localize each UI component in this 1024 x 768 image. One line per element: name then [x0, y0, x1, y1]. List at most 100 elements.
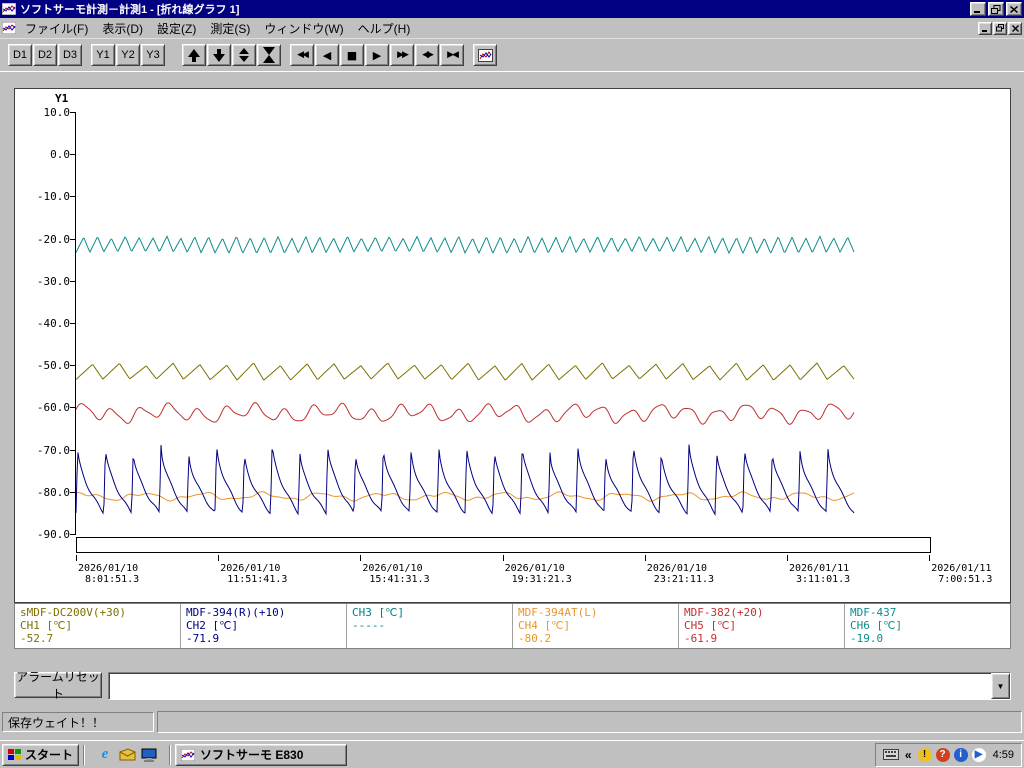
hourglass-icon	[263, 47, 275, 63]
alarm-reset-button[interactable]: アラームリセット	[14, 670, 102, 701]
play-icon[interactable]: ▶	[971, 747, 986, 762]
alarm-combobox[interactable]: ▼	[108, 672, 1011, 700]
menu-settings[interactable]: 設定(Z)	[150, 18, 203, 39]
status-text: 保存ウェイト！！	[8, 715, 105, 730]
taskbar: スタート e ソフトサーモ E830 « ! ? i ▶ 4:59	[0, 740, 1024, 768]
stop-button[interactable]: ■	[340, 44, 364, 66]
expand-span-button[interactable]: ◀▶	[415, 44, 439, 66]
alarm-combobox-value[interactable]	[109, 673, 991, 699]
legend-ch1: sMDF-DC200V(+30) CH1 [℃] -52.7	[15, 604, 181, 648]
legend-ch2-value: -71.9	[186, 632, 220, 645]
legend-ch3: CH3 [℃] -----	[347, 604, 513, 648]
x-tick-label: 2026/01/10 15:41:31.3	[362, 563, 430, 585]
shrink-span-icon: ▶◀	[447, 50, 459, 60]
up-arrow-icon	[188, 48, 200, 62]
menu-help[interactable]: ヘルプ(H)	[351, 18, 418, 39]
legend-ch3-value: -----	[352, 619, 386, 632]
task-button-label: ソフトサーモ E830	[200, 748, 304, 762]
menu-window[interactable]: ウィンドウ(W)	[257, 18, 350, 39]
restore-button[interactable]	[988, 2, 1004, 16]
up-down-arrow-icon	[239, 48, 249, 62]
toolbar-d1-button[interactable]: D1	[8, 44, 32, 66]
start-button[interactable]: スタート	[2, 743, 80, 766]
mdi-restore-button[interactable]	[993, 21, 1007, 35]
taskbar-divider	[169, 744, 172, 765]
status-empty-panel	[157, 711, 1022, 733]
chevron-down-icon: ▼	[996, 681, 1005, 691]
app-icon	[2, 3, 16, 15]
mail-icon[interactable]	[118, 746, 136, 764]
legend-ch4-channel: CH4 [℃]	[518, 619, 571, 632]
window-title: ソフトサーモ計測－計測1 - [折れ線グラフ 1]	[20, 4, 240, 16]
toolbar-d3-button[interactable]: D3	[58, 44, 82, 66]
ie-icon[interactable]: e	[96, 746, 114, 764]
tray-collapse-chevron[interactable]: «	[903, 748, 914, 762]
step-back-button[interactable]: ◀	[315, 44, 339, 66]
wait-button[interactable]	[257, 44, 281, 66]
combobox-dropdown-button[interactable]: ▼	[991, 673, 1010, 699]
menu-file[interactable]: ファイル(F)	[18, 18, 95, 39]
toolbar-d2-button[interactable]: D2	[33, 44, 57, 66]
legend-ch6-name: MDF-437	[850, 606, 897, 619]
x-tick-label: 2026/01/10 11:51:41.3	[220, 563, 288, 585]
shrink-span-button[interactable]: ▶◀	[440, 44, 464, 66]
task-button-softthermo[interactable]: ソフトサーモ E830	[175, 743, 348, 766]
toolbar-y2-button[interactable]: Y2	[116, 44, 140, 66]
title-bar: ソフトサーモ計測－計測1 - [折れ線グラフ 1]	[0, 0, 1024, 18]
legend-ch2-channel: CH2 [℃]	[186, 619, 239, 632]
start-button-label: スタート	[25, 748, 74, 762]
help-icon[interactable]: ?	[935, 747, 950, 762]
mdi-child-icon[interactable]	[2, 22, 16, 34]
legend-ch2: MDF-394(R)(+10) CH2 [℃] -71.9	[181, 604, 347, 648]
menu-view[interactable]: 表示(D)	[95, 18, 150, 39]
taskbar-clock: 4:59	[992, 748, 1014, 761]
scroll-down-button[interactable]	[207, 44, 231, 66]
info-icon[interactable]: i	[953, 747, 968, 762]
y-tick-label: -20.0	[36, 232, 70, 246]
menu-bar: ファイル(F) 表示(D) 設定(Z) 測定(S) ウィンドウ(W) ヘルプ(H…	[0, 18, 1024, 38]
legend-ch6-value: -19.0	[850, 632, 884, 645]
legend-ch5-name: MDF-382(+20)	[684, 606, 764, 619]
legend-ch1-channel: CH1 [℃]	[20, 619, 73, 632]
legend-ch5-value: -61.9	[684, 632, 718, 645]
task-icon	[181, 748, 196, 761]
taskbar-divider	[83, 744, 86, 765]
desktop-icon[interactable]	[140, 746, 158, 764]
toolbar-y3-button[interactable]: Y3	[141, 44, 165, 66]
x-tick-label: 2026/01/10 23:21:11.3	[646, 563, 715, 585]
graph-view-button[interactable]	[473, 44, 497, 66]
down-arrow-icon	[213, 48, 225, 62]
y-tick-label: -50.0	[36, 359, 70, 373]
time-range-box[interactable]	[76, 537, 931, 553]
legend-ch1-value: -52.7	[20, 632, 54, 645]
step-forward-button[interactable]: ▶	[365, 44, 389, 66]
warning-icon[interactable]: !	[917, 747, 932, 762]
keyboard-icon[interactable]	[882, 749, 899, 760]
step-forward-icon: ▶	[372, 48, 382, 62]
legend-ch6-channel: CH6 [℃]	[850, 619, 903, 632]
plot-traces	[76, 235, 855, 516]
mdi-minimize-button[interactable]	[978, 21, 992, 35]
y-tick-label: 0.0	[50, 148, 70, 162]
mdi-close-button[interactable]	[1008, 21, 1022, 35]
rewind-button[interactable]: ◀◀	[290, 44, 314, 66]
channel-legend: sMDF-DC200V(+30) CH1 [℃] -52.7 MDF-394(R…	[14, 603, 1011, 649]
legend-ch2-name: MDF-394(R)(+10)	[186, 606, 286, 619]
menu-measure[interactable]: 測定(S)	[203, 18, 257, 39]
toolbar: D1 D2 D3 Y1 Y2 Y3 ◀◀ ◀ ■ ▶ ▶▶ ◀▶ ▶◀	[0, 38, 1024, 71]
fast-forward-button[interactable]: ▶▶	[390, 44, 414, 66]
fit-vertical-button[interactable]	[232, 44, 256, 66]
quick-launch: e	[96, 746, 158, 764]
status-bar: 保存ウェイト！！	[0, 708, 1024, 736]
legend-ch3-channel: CH3 [℃]	[352, 606, 405, 619]
scroll-up-button[interactable]	[182, 44, 206, 66]
minimize-button[interactable]	[970, 2, 986, 16]
y-axis-title: Y1	[55, 92, 69, 105]
chart-panel: Y1 10.0 0.0 -10.0 -20.0 -30.0 -40.0 -50.…	[14, 88, 1011, 603]
y-tick-label: -90.0	[36, 528, 70, 541]
system-tray: « ! ? i ▶ 4:59	[874, 742, 1022, 767]
graph-icon	[477, 48, 493, 62]
toolbar-y1-button[interactable]: Y1	[91, 44, 115, 66]
close-button[interactable]	[1006, 2, 1022, 16]
legend-ch4: MDF-394AT(L) CH4 [℃] -80.2	[513, 604, 679, 648]
